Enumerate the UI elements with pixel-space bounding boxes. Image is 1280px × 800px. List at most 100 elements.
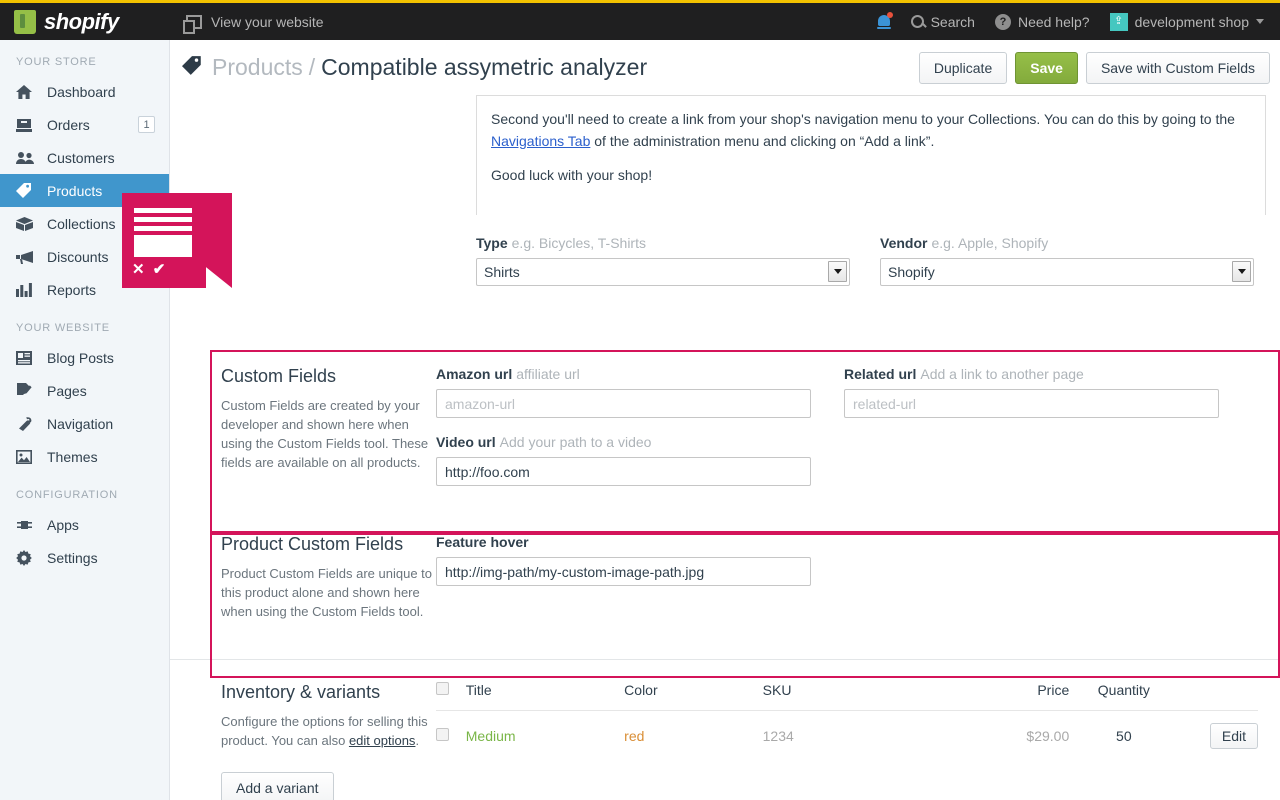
page-edit-icon: [16, 383, 36, 398]
inventory-variants-section: Inventory & variants Configure the optio…: [170, 660, 1280, 800]
link-icon: [16, 416, 36, 431]
edit-options-link[interactable]: edit options: [349, 733, 416, 748]
tag-icon: [16, 183, 36, 198]
shop-name: development shop: [1134, 13, 1249, 30]
type-hint: e.g. Bicycles, T-Shirts: [511, 235, 646, 251]
type-select[interactable]: Shirts: [476, 258, 850, 286]
amazon-url-input[interactable]: [436, 389, 811, 418]
vendor-hint: e.g. Apple, Shopify: [931, 235, 1049, 251]
shopify-bag-icon: [14, 9, 36, 34]
sidebar-item-label: Navigation: [47, 415, 114, 432]
product-description-box[interactable]: Second you'll need to create a link from…: [476, 95, 1266, 215]
sidebar-item-blog-posts[interactable]: Blog Posts: [0, 341, 169, 374]
related-url-label: Related url Add a link to another page: [844, 366, 1084, 382]
feature-hover-input[interactable]: [436, 557, 811, 586]
sidebar-item-label: Products: [47, 182, 103, 199]
view-your-website-label: View your website: [211, 13, 324, 30]
search-button[interactable]: Search: [910, 14, 975, 30]
scroll-pane[interactable]: Second you'll need to create a link from…: [170, 95, 1280, 800]
select-all-checkbox[interactable]: [436, 682, 449, 695]
bar-chart-icon: [16, 282, 36, 297]
sidebar-heading-your-website: YOUR WEBSITE: [16, 322, 110, 334]
row-quantity: 50: [1069, 710, 1179, 761]
duplicate-button[interactable]: Duplicate: [918, 51, 1008, 84]
newspaper-icon: [16, 350, 36, 365]
breadcrumb-products[interactable]: Products: [212, 54, 303, 81]
megaphone-icon: [16, 250, 36, 264]
description-paragraph-2: Good luck with your shop!: [491, 167, 653, 183]
sidebar-item-label: Collections: [47, 215, 116, 232]
related-url-input[interactable]: [844, 389, 1219, 418]
variants-table: Title Color SKU Price Quantity Medium re…: [436, 682, 1258, 761]
product-custom-fields-info: Product Custom Fields Product Custom Fie…: [170, 534, 436, 621]
custom-fields-left-column: Amazon urlaffiliate url Video urlAdd you…: [436, 366, 812, 486]
sidebar-item-label: Discounts: [47, 248, 109, 265]
sidebar-item-label: Blog Posts: [47, 349, 114, 366]
related-url-hint: Add a link to another page: [920, 366, 1084, 382]
add-a-variant-button[interactable]: Add a variant: [221, 772, 334, 800]
gear-icon: [16, 549, 36, 566]
sidebar-item-orders[interactable]: Orders 1: [0, 108, 169, 141]
custom-fields-description: Custom Fields are created by your develo…: [221, 398, 429, 470]
product-custom-fields-description: Product Custom Fields are unique to this…: [221, 566, 432, 619]
feature-hover-label: Feature hover: [436, 534, 529, 550]
vendor-select-wrap: Shopify: [880, 258, 1254, 286]
breadcrumb-separator: /: [308, 54, 316, 80]
column-title: Title: [465, 682, 492, 698]
column-price: Price: [1037, 682, 1070, 698]
sidebar-item-settings[interactable]: Settings: [0, 541, 169, 574]
sidebar-item-dashboard[interactable]: Dashboard: [0, 75, 169, 108]
edit-variant-button[interactable]: Edit: [1209, 723, 1258, 749]
callout-marks: ✕ ✔: [132, 261, 168, 278]
video-url-hint: Add your path to a video: [499, 434, 652, 450]
shopify-logo[interactable]: shopify: [0, 9, 170, 35]
sidebar-item-label: Themes: [47, 448, 98, 465]
shop-menu[interactable]: ⇪ development shop: [1109, 12, 1264, 31]
page-header-actions: Duplicate Save Save with Custom Fields: [918, 51, 1270, 84]
chevron-down-icon[interactable]: [828, 261, 847, 282]
row-color: red: [624, 710, 763, 761]
vendor-select[interactable]: Shopify: [880, 258, 1254, 286]
video-url-input[interactable]: [436, 457, 811, 486]
sidebar-item-customers[interactable]: Customers: [0, 141, 169, 174]
top-bar: shopify View your website Search ? Need …: [0, 0, 1280, 40]
people-icon: [16, 151, 36, 164]
chevron-down-icon[interactable]: [1232, 261, 1251, 282]
table-row[interactable]: Medium red 1234 $29.00 50 Edit: [436, 710, 1258, 761]
main-content: There is a two step process to do this. …: [170, 40, 1280, 800]
select-all-header: [436, 682, 466, 711]
sidebar-item-navigation[interactable]: Navigation: [0, 407, 169, 440]
custom-fields-callout-bubble: ✕ ✔: [122, 193, 232, 288]
sidebar-item-themes[interactable]: Themes: [0, 440, 169, 473]
column-actions: [1178, 682, 1258, 711]
notifications-button[interactable]: [876, 12, 893, 29]
save-button[interactable]: Save: [1015, 51, 1078, 84]
vendor-label: Vendor e.g. Apple, Shopify: [880, 235, 1049, 251]
need-help-button[interactable]: ? Need help?: [994, 13, 1090, 30]
feature-hover-column: Feature hover: [436, 534, 812, 621]
sidebar-item-label: Apps: [47, 516, 79, 533]
type-label: Type e.g. Bicycles, T-Shirts: [476, 235, 646, 251]
sidebar-item-pages[interactable]: Pages: [0, 374, 169, 407]
sidebar-item-label: Settings: [47, 549, 98, 566]
navigations-tab-link[interactable]: Navigations Tab: [491, 133, 590, 149]
inventory-title: Inventory & variants: [221, 682, 381, 702]
save-with-custom-fields-button[interactable]: Save with Custom Fields: [1085, 51, 1270, 84]
sidebar-heading-your-store: YOUR STORE: [16, 56, 97, 68]
sidebar-item-apps[interactable]: Apps: [0, 508, 169, 541]
view-your-website-link[interactable]: View your website: [183, 13, 324, 34]
sidebar-item-label: Pages: [47, 382, 87, 399]
feature-hover-group: Feature hover: [436, 534, 812, 586]
amazon-url-hint: affiliate url: [516, 366, 580, 382]
column-sku: SKU: [762, 682, 792, 698]
sidebar-heading-configuration: CONFIGURATION: [16, 489, 118, 501]
custom-fields-title: Custom Fields: [221, 366, 337, 386]
box-icon: [16, 216, 36, 231]
app-root: shopify View your website Search ? Need …: [0, 0, 1280, 800]
add-variant-wrap: Add a variant: [221, 772, 436, 800]
table-header-row: Title Color SKU Price Quantity: [436, 682, 1258, 711]
row-actions: Edit: [1178, 710, 1258, 761]
custom-fields-right-column: Related url Add a link to another page: [844, 366, 1220, 486]
need-help-label: Need help?: [1017, 13, 1090, 30]
row-checkbox[interactable]: [436, 728, 449, 741]
